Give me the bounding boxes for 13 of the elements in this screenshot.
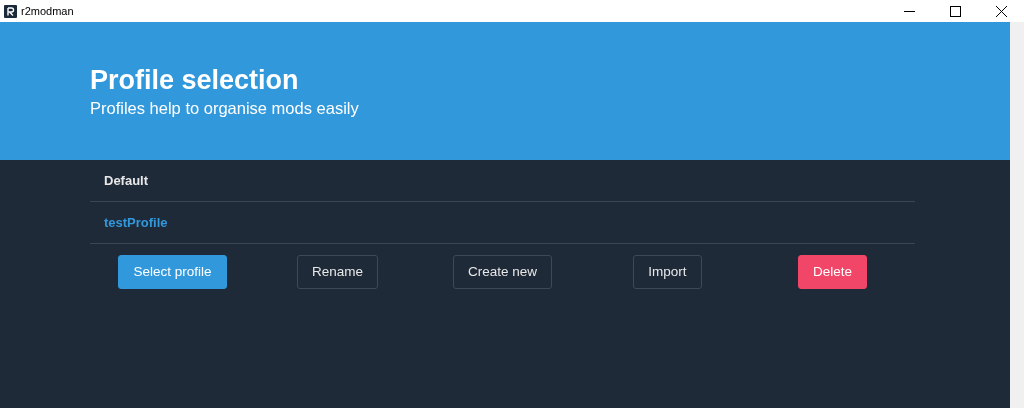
profile-item[interactable]: Default [90, 160, 915, 202]
delete-button[interactable]: Delete [798, 255, 867, 289]
page-title: Profile selection [90, 64, 300, 97]
maximize-icon[interactable] [949, 5, 961, 17]
action-button[interactable]: Create new [452, 255, 552, 289]
scrollbar[interactable] [1010, 22, 1024, 408]
close-icon[interactable] [995, 5, 1007, 17]
app-logo-icon [4, 4, 17, 18]
window-title: r2modman [21, 3, 74, 19]
profile-item[interactable]: testProfile [90, 202, 915, 244]
action-button[interactable]: Import [633, 255, 702, 289]
action-button[interactable]: Rename [297, 255, 378, 289]
page-subtitle: Profiles help to organise mods easily [90, 98, 360, 120]
